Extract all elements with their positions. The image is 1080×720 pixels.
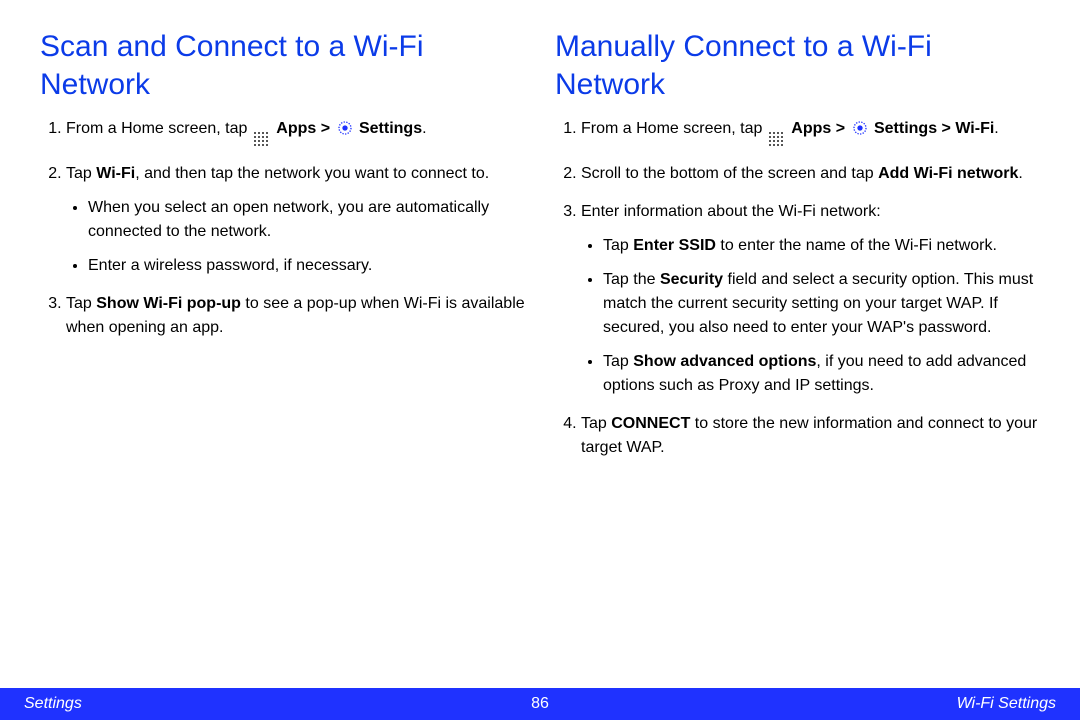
show-advanced-label: Show advanced options — [633, 353, 816, 370]
bullet: When you select an open network, you are… — [88, 196, 525, 244]
footer-left: Settings — [24, 695, 82, 713]
text: . — [1018, 165, 1022, 182]
add-wifi-label: Add Wi-Fi network — [878, 165, 1018, 182]
left-steps: From a Home screen, tap Apps > Settings.… — [40, 117, 525, 340]
bullet: Enter a wireless password, if necessary. — [88, 254, 525, 278]
apps-label: Apps > — [791, 120, 849, 137]
bullet: Tap the Security field and select a secu… — [603, 268, 1040, 340]
bullet: Tap Show advanced options, if you need t… — [603, 350, 1040, 398]
apps-grid-icon — [769, 132, 785, 148]
apps-grid-icon — [254, 132, 270, 148]
settings-gear-icon — [852, 120, 868, 136]
settings-label: Settings — [359, 120, 422, 137]
right-steps: From a Home screen, tap Apps > Settings … — [555, 117, 1040, 460]
right-step-4: Tap CONNECT to store the new information… — [581, 412, 1040, 460]
text: . — [422, 120, 426, 137]
show-wifi-popup-label: Show Wi-Fi pop-up — [96, 295, 241, 312]
settings-gear-icon — [337, 120, 353, 136]
text: Tap — [66, 295, 96, 312]
security-label: Security — [660, 271, 723, 288]
left-step-3: Tap Show Wi-Fi pop-up to see a pop-up wh… — [66, 292, 525, 340]
text: . — [994, 120, 998, 137]
text: From a Home screen, tap — [581, 120, 767, 137]
bullet: Tap Enter SSID to enter the name of the … — [603, 234, 1040, 258]
text: Tap — [603, 353, 633, 370]
right-step-3-bullets: Tap Enter SSID to enter the name of the … — [581, 234, 1040, 398]
left-step-2: Tap Wi-Fi, and then tap the network you … — [66, 162, 525, 278]
text: to enter the name of the Wi-Fi network. — [716, 237, 997, 254]
text: Enter information about the Wi-Fi networ… — [581, 203, 881, 220]
wifi-label: Wi-Fi — [96, 165, 135, 182]
columns: Scan and Connect to a Wi-Fi Network From… — [40, 28, 1040, 474]
enter-ssid-label: Enter SSID — [633, 237, 716, 254]
left-column: Scan and Connect to a Wi-Fi Network From… — [40, 28, 525, 474]
apps-label: Apps > — [276, 120, 334, 137]
right-step-3: Enter information about the Wi-Fi networ… — [581, 200, 1040, 398]
text: Tap — [603, 237, 633, 254]
right-column: Manually Connect to a Wi-Fi Network From… — [555, 28, 1040, 474]
left-step-2-bullets: When you select an open network, you are… — [66, 196, 525, 278]
left-step-1: From a Home screen, tap Apps > Settings. — [66, 117, 525, 148]
document-page: Scan and Connect to a Wi-Fi Network From… — [0, 0, 1080, 720]
text: From a Home screen, tap — [66, 120, 252, 137]
text: Scroll to the bottom of the screen and t… — [581, 165, 878, 182]
right-heading: Manually Connect to a Wi-Fi Network — [555, 28, 1040, 103]
settings-wifi-label: Settings > Wi-Fi — [874, 120, 994, 137]
right-step-1: From a Home screen, tap Apps > Settings … — [581, 117, 1040, 148]
connect-label: CONNECT — [611, 415, 690, 432]
text: Tap — [66, 165, 96, 182]
left-heading: Scan and Connect to a Wi-Fi Network — [40, 28, 525, 103]
footer-page-number: 86 — [531, 695, 549, 713]
text: Tap — [581, 415, 611, 432]
footer-right: Wi-Fi Settings — [957, 695, 1056, 713]
page-footer: Settings 86 Wi-Fi Settings — [0, 688, 1080, 720]
text: , and then tap the network you want to c… — [135, 165, 489, 182]
text: Tap the — [603, 271, 660, 288]
right-step-2: Scroll to the bottom of the screen and t… — [581, 162, 1040, 186]
